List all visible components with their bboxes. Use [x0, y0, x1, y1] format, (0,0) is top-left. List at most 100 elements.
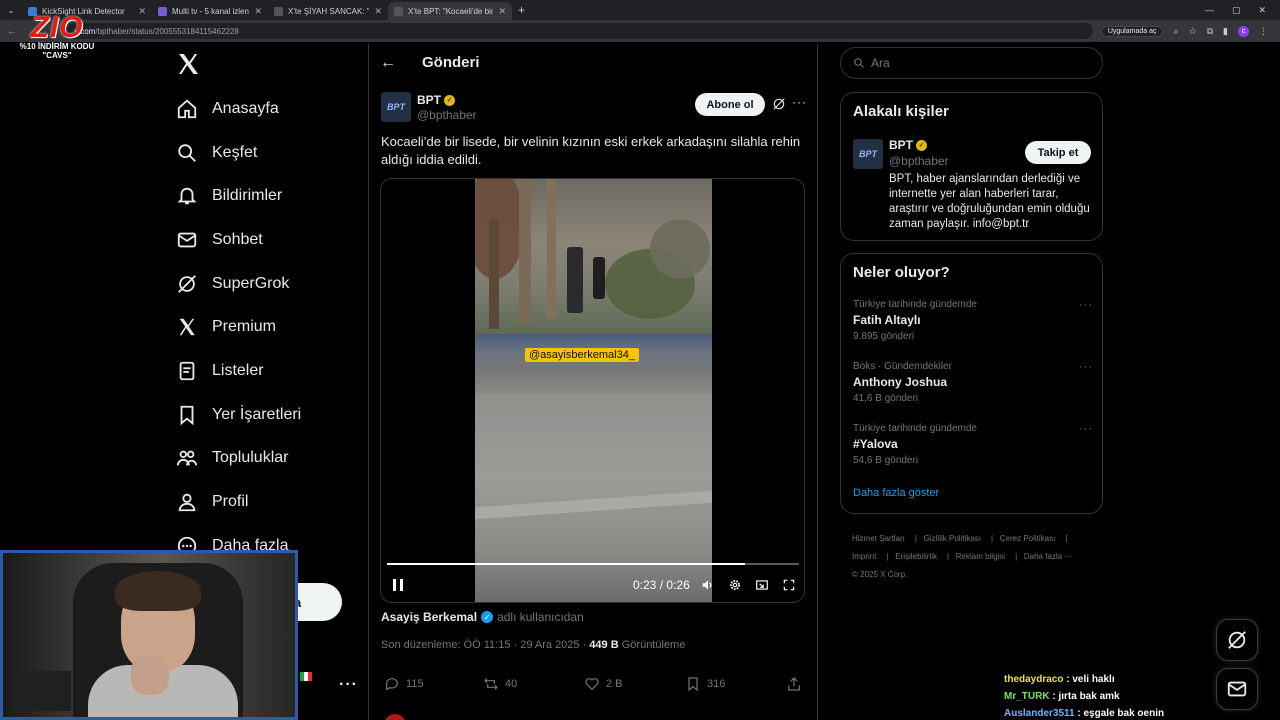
profile-avatar[interactable]: c: [1238, 25, 1249, 37]
duration: 0:26: [666, 578, 690, 592]
related-name[interactable]: BPT ✓: [889, 138, 927, 152]
bookmark-button[interactable]: 316: [685, 676, 725, 692]
streamer-webcam: [0, 550, 298, 720]
promo-code-line: %10 İNDİRİM KODU: [19, 42, 95, 51]
repost-icon: [484, 678, 498, 690]
browser-tab-3[interactable]: X'te ŞİYAH SANCAK: "🔵 Şehir ✕: [268, 2, 388, 20]
like-button[interactable]: 2 B: [584, 676, 623, 692]
webcam-streamer-hand: [131, 655, 169, 695]
nav-item-person[interactable]: Profil: [176, 488, 248, 516]
grok-icon: [178, 275, 196, 293]
trend-more-icon[interactable]: ···: [1079, 423, 1093, 435]
open-in-app-pill[interactable]: Uygulamada aç: [1100, 25, 1164, 37]
grok-fab-button[interactable]: [1216, 619, 1258, 661]
close-window-icon[interactable]: ✕: [1258, 5, 1266, 16]
nav-item-x[interactable]: Premium: [176, 313, 276, 341]
tab-title: X'te BPT: "Kocaeli'de bir lis: [408, 6, 494, 16]
author-avatar[interactable]: BPT: [381, 92, 411, 122]
search-input[interactable]: Ara: [840, 47, 1103, 79]
browser-tab-2[interactable]: Multi tv - 5 kanal izleniyor ✕: [152, 2, 268, 20]
nav-item-bell[interactable]: Bildirimler: [176, 182, 282, 210]
reply-button[interactable]: 115: [384, 676, 424, 692]
video-progress-bar[interactable]: [387, 563, 799, 565]
share-icon: [788, 677, 800, 691]
trends-title: Neler oluyor?: [853, 264, 950, 281]
attribution-name[interactable]: Asayiş Berkemal: [381, 610, 477, 624]
trend-item[interactable]: Türkiye tarihinde gündemde #Yalova 54,6 B …: [853, 423, 1093, 466]
verified-gold-icon: ✓: [444, 94, 455, 106]
close-tab-icon[interactable]: ✕: [254, 6, 262, 17]
grok-icon[interactable]: [772, 97, 786, 111]
post-more-icon[interactable]: ···: [792, 95, 807, 109]
post-text: Kocaeli’de bir lisede, bir velinin kızın…: [381, 134, 801, 167]
menu-kebab-icon[interactable]: ⋮: [1259, 26, 1268, 37]
repost-button[interactable]: 40: [483, 676, 517, 692]
share-button[interactable]: [786, 676, 802, 692]
close-tab-icon[interactable]: ✕: [138, 6, 146, 17]
nav-item-list[interactable]: Listeler: [176, 357, 264, 385]
url-path: /bpthaber/status/2005553184115462228: [95, 26, 239, 36]
close-tab-icon[interactable]: ✕: [498, 6, 506, 17]
trend-item[interactable]: Boks · Gündemdekiler Anthony Joshua 41,6 B…: [853, 361, 1093, 404]
x-icon: [179, 318, 195, 336]
footer-link[interactable]: Reklam bilgisi: [956, 552, 1005, 561]
messages-fab-button[interactable]: [1216, 668, 1258, 710]
trend-item[interactable]: Türkiye tarihinde gündemde Fatih Altaylı 9…: [853, 299, 1093, 342]
show-more-link[interactable]: Daha fazla göster: [853, 487, 939, 499]
trend-count: 9.895 gönderi: [853, 331, 915, 342]
reply-avatar[interactable]: [384, 714, 406, 720]
minimize-icon[interactable]: —: [1205, 5, 1214, 16]
browser-tab-4-active[interactable]: X'te BPT: "Kocaeli'de bir lis ✕: [388, 2, 512, 20]
x-logo-icon[interactable]: [176, 52, 200, 76]
footer-link[interactable]: Çerez Politikası: [1000, 534, 1056, 543]
footer-link[interactable]: Hizmet Şartları: [852, 534, 905, 543]
maximize-icon[interactable]: ▢: [1232, 5, 1241, 16]
back-arrow-icon[interactable]: ←: [380, 54, 396, 72]
nav-item-grok[interactable]: SuperGrok: [176, 270, 289, 298]
sidebar-icon[interactable]: ▮: [1223, 26, 1228, 37]
fullscreen-icon[interactable]: [782, 578, 796, 592]
bell-icon: [177, 187, 197, 205]
new-tab-icon[interactable]: +: [518, 3, 525, 17]
follow-button[interactable]: Takip et: [1025, 141, 1091, 164]
column-divider: [817, 44, 818, 720]
close-tab-icon[interactable]: ✕: [374, 6, 382, 17]
chat-message: Mr_TURK : jırta bak amk: [1004, 688, 1164, 705]
chat-message: thedaydraco : veli haklı: [1004, 671, 1164, 688]
volume-icon[interactable]: [701, 578, 715, 592]
pip-icon[interactable]: [755, 578, 769, 592]
settings-gear-icon[interactable]: [728, 578, 742, 592]
related-title: Alakalı kişiler: [853, 103, 949, 120]
grok-icon: [1228, 631, 1246, 649]
related-avatar[interactable]: BPT: [853, 139, 883, 169]
footer-link[interactable]: Gizlilik Politikası: [924, 534, 981, 543]
extensions-icon[interactable]: ⧉: [1207, 26, 1213, 37]
footer-link[interactable]: Daha fazla ···: [1024, 552, 1072, 561]
trend-more-icon[interactable]: ···: [1079, 299, 1093, 311]
nav-item-bookmark[interactable]: Yer İşaretleri: [176, 401, 301, 429]
nav-item-search[interactable]: Keşfet: [176, 139, 257, 167]
trend-context: Türkiye tarihinde gündemde: [853, 423, 977, 434]
trend-more-icon[interactable]: ···: [1079, 361, 1093, 373]
related-handle[interactable]: @bpthaber: [889, 154, 949, 168]
pause-icon[interactable]: [393, 579, 404, 591]
video-player[interactable]: @asayisberkemal34_ 0:23 / 0:26: [380, 178, 805, 603]
video-scene-puddle: [475, 334, 712, 394]
post-edited-time[interactable]: Son düzenleme: ÖÖ 11:15 · 29 Ara 2025 ·: [381, 639, 589, 651]
subscribe-button[interactable]: Abone ol: [695, 93, 765, 116]
repost-count: 40: [505, 678, 518, 690]
author-name[interactable]: BPT ✓: [417, 93, 455, 107]
author-handle[interactable]: @bpthaber: [417, 108, 477, 122]
webcam-shelf: [11, 671, 71, 711]
nav-item-people[interactable]: Topluluklar: [176, 444, 288, 472]
account-more-icon[interactable]: ···: [339, 676, 358, 694]
footer-link[interactable]: Erişilebilirlik: [895, 552, 937, 561]
video-frame[interactable]: @asayisberkemal34_: [475, 179, 712, 602]
url-field[interactable]: x.com /bpthaber/status/20055531841154622…: [66, 23, 1093, 39]
footer-link[interactable]: Imprint: [852, 552, 876, 561]
zoom-icon[interactable]: ⌕: [1173, 26, 1178, 37]
nav-item-mail[interactable]: Sohbet: [176, 226, 263, 254]
nav-item-home[interactable]: Anasayfa: [176, 95, 279, 123]
star-icon[interactable]: ☆: [1189, 26, 1197, 37]
video-time: 0:23 / 0:26: [633, 578, 690, 592]
